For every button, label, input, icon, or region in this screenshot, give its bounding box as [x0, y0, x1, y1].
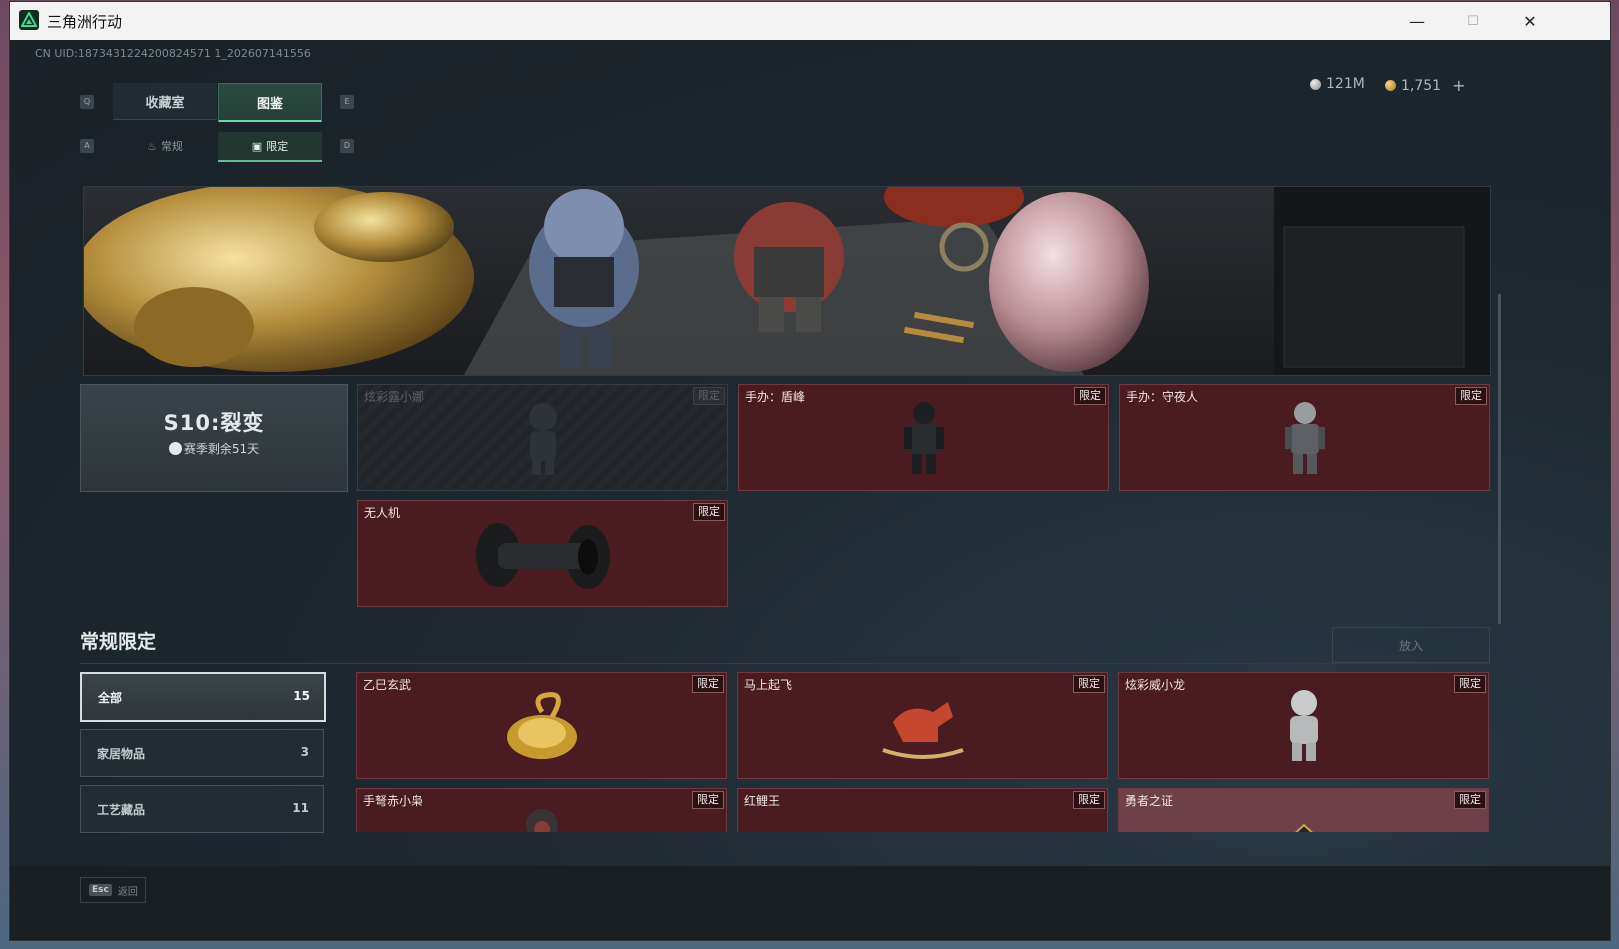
silver-coin-icon	[1310, 78, 1321, 90]
subtab-limited-label: 限定	[266, 140, 289, 153]
limited-badge: 限定	[693, 503, 725, 521]
image-icon: ▣	[251, 139, 263, 153]
silver-currency[interactable]: 121M	[1310, 76, 1365, 92]
maximize-button[interactable]: ☐	[1444, 2, 1502, 40]
window-title: 三角洲行动	[47, 13, 123, 31]
watchman-figurine-icon	[1284, 402, 1325, 474]
tab-collection-room[interactable]: 收藏室	[113, 83, 217, 120]
filter-label: 家居物品	[97, 747, 146, 761]
limited-badge: 限定	[1454, 675, 1486, 693]
limited-badge: 限定	[1073, 675, 1105, 693]
item-name: 乙巳玄武	[363, 678, 412, 692]
gold-amount: 1,751	[1401, 77, 1442, 94]
gold-currency[interactable]: 1,751 +	[1385, 76, 1466, 95]
silver-amount: 121M	[1326, 76, 1365, 92]
filter-count: 3	[300, 745, 309, 759]
limited-badge: 限定	[692, 675, 724, 693]
item-name: 勇者之证	[1125, 794, 1174, 808]
close-button[interactable]: ✕	[1501, 2, 1559, 40]
limited-badge: 限定	[693, 387, 725, 405]
item-name: 炫彩威小龙	[1125, 678, 1186, 692]
section-title: 常规限定	[80, 631, 157, 653]
app-logo-icon	[19, 10, 39, 30]
clock-icon	[168, 442, 182, 455]
item-name: 红鲤王	[744, 794, 781, 808]
golden-turtle-icon	[506, 692, 577, 759]
section-divider	[80, 663, 1490, 664]
subtab-regular-label: 常规	[160, 140, 183, 153]
gold-coin-icon	[1385, 80, 1396, 91]
subtab-regular[interactable]: ♨ 常规	[113, 132, 217, 160]
item-card[interactable]: 马上起飞 限定	[737, 672, 1108, 779]
main-content: CN UID:1873431224200824571 1_20260714155…	[10, 40, 1610, 940]
filter-count: 15	[293, 689, 310, 703]
red-carp-icon	[848, 803, 998, 832]
put-in-button[interactable]: 放入	[1332, 627, 1490, 663]
item-name: 手办：盾峰	[745, 390, 806, 404]
back-label: 返回	[117, 886, 138, 898]
add-currency-button[interactable]: +	[1452, 76, 1465, 95]
figurine-silhouette-icon	[528, 403, 557, 475]
item-name: 手办：守夜人	[1126, 390, 1199, 404]
item-card[interactable]: 手弩赤小枭 限定	[356, 788, 727, 832]
filter-label: 全部	[98, 691, 123, 705]
drone-icon	[475, 523, 610, 589]
limited-badge: 限定	[1074, 387, 1106, 405]
subtab-prev-key[interactable]: A	[80, 139, 94, 153]
filter-crafts[interactable]: 工艺藏品 11	[80, 785, 324, 833]
item-name: 无人机	[364, 506, 401, 520]
limited-badge: 限定	[1454, 791, 1486, 809]
bottom-bar: Esc 返回	[10, 866, 1610, 940]
item-card[interactable]: 手办：守夜人 限定	[1119, 384, 1490, 491]
item-card[interactable]: 勇者之证 限定	[1118, 788, 1489, 832]
dragon-figurine-icon	[1289, 690, 1318, 761]
tab-next-key[interactable]: E	[340, 95, 354, 109]
app-window: 三角洲行动 — ☐ ✕ CN UID:1873431224200824571 1…	[10, 2, 1610, 940]
esc-key: Esc	[89, 884, 112, 896]
item-grid: 乙巳玄武 限定 马上起飞 限定 炫彩威小龙 限定 手弩赤小枭 限定 红鲤王 限定…	[356, 670, 1496, 832]
soldier-figurine-icon	[903, 402, 944, 474]
item-card[interactable]: 红鲤王 限定	[737, 788, 1108, 832]
item-name: 马上起飞	[744, 678, 793, 692]
back-button[interactable]: Esc 返回	[80, 877, 146, 903]
season-remaining-text: 赛季剩余51天	[183, 442, 260, 456]
item-name: 手弩赤小枭	[363, 794, 424, 808]
season-remaining: 赛季剩余51天	[81, 440, 347, 457]
limited-badge: 限定	[692, 791, 724, 809]
subtab-next-key[interactable]: D	[340, 139, 354, 153]
subtab-limited[interactable]: ▣ 限定	[218, 132, 322, 162]
limited-badge: 限定	[1073, 791, 1105, 809]
season-info-panel: S10:裂变 赛季剩余51天	[80, 384, 348, 492]
item-card[interactable]: 手办：盾峰 限定	[738, 384, 1109, 491]
limited-badge: 限定	[1455, 387, 1487, 405]
item-card[interactable]: 乙巳玄武 限定	[356, 672, 727, 779]
scrollbar[interactable]	[1498, 294, 1501, 624]
item-card[interactable]: 无人机 限定	[357, 500, 728, 607]
season-banner-image	[83, 186, 1491, 376]
title-bar: 三角洲行动 — ☐ ✕	[10, 2, 1610, 40]
badge-emblem-icon	[1294, 823, 1313, 832]
season-name: S10:裂变	[163, 411, 265, 435]
filter-count: 11	[292, 801, 309, 815]
tab-catalog[interactable]: 图鉴	[218, 83, 322, 122]
item-card[interactable]: 炫彩露小娜 限定	[357, 384, 728, 491]
item-name: 炫彩露小娜	[364, 390, 425, 404]
tab-prev-key[interactable]: Q	[80, 95, 94, 109]
owl-figurine-icon	[525, 809, 558, 832]
item-card[interactable]: 炫彩威小龙 限定	[1118, 672, 1489, 779]
rocking-horse-icon	[881, 702, 964, 759]
flame-icon: ♨	[147, 139, 157, 153]
uid-label: CN UID:1873431224200824571 1_20260714155…	[35, 47, 311, 60]
minimize-button[interactable]: —	[1388, 2, 1446, 40]
filter-home-items[interactable]: 家居物品 3	[80, 729, 324, 777]
filter-all[interactable]: 全部 15	[80, 672, 326, 722]
filter-label: 工艺藏品	[97, 803, 146, 817]
